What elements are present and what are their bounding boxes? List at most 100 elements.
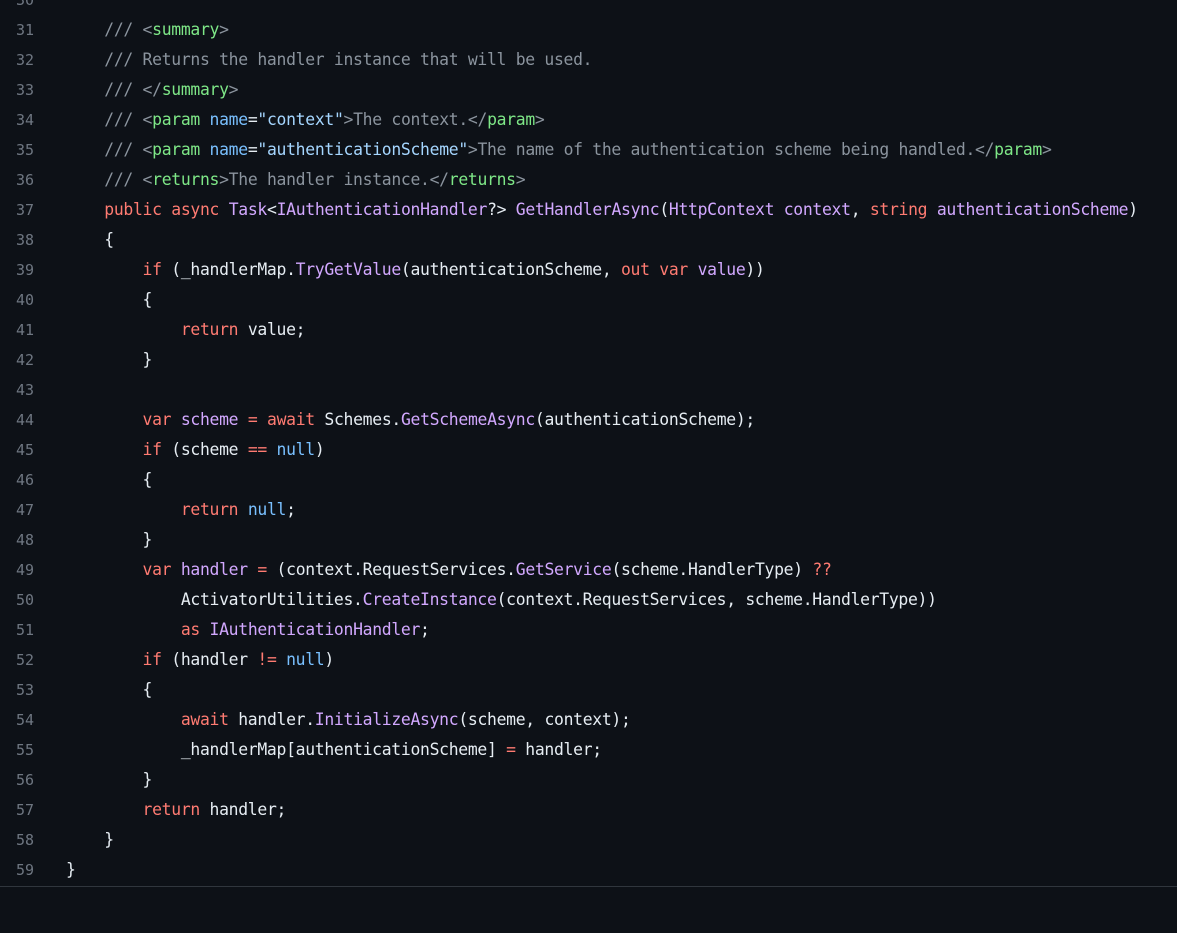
code-content: as IAuthenticationHandler; — [66, 615, 430, 645]
method-token: CreateInstance — [362, 590, 497, 609]
line-number[interactable]: 40 — [0, 285, 34, 315]
text-token: ) — [314, 440, 325, 459]
operator-token: = — [247, 410, 258, 429]
null-token: null — [286, 650, 325, 669]
text-token: } — [66, 350, 153, 369]
null-token: null — [247, 500, 287, 519]
code-content: return null; — [66, 495, 296, 525]
text-token: (scheme — [161, 440, 248, 459]
keyword-token: out — [620, 260, 650, 279]
code-viewer: 30 31 /// <summary> 32 /// Returns the han… — [0, 0, 1177, 887]
line-number[interactable]: 45 — [0, 435, 34, 465]
line-number[interactable]: 54 — [0, 705, 34, 735]
keyword-token: var — [142, 410, 172, 429]
line-number[interactable]: 52 — [0, 645, 34, 675]
line-number[interactable]: 59 — [0, 855, 34, 885]
line-number[interactable]: 32 — [0, 45, 34, 75]
text-token: } — [66, 770, 153, 789]
keyword-token: return — [142, 800, 201, 819]
xml-tag-token: param — [152, 110, 210, 129]
keyword-token: string — [869, 200, 928, 219]
xml-tag-token: param — [994, 140, 1042, 159]
text-token: < — [266, 200, 277, 219]
line-number[interactable]: 41 — [0, 315, 34, 345]
identifier-token: HttpContext — [668, 200, 775, 219]
line-number[interactable]: 39 — [0, 255, 34, 285]
line-number[interactable]: 47 — [0, 495, 34, 525]
text-token: = — [247, 110, 258, 129]
line-number[interactable]: 50 — [0, 585, 34, 615]
identifier-token: authenticationScheme — [936, 200, 1129, 219]
line-number[interactable]: 31 — [0, 15, 34, 45]
text-token: (context.RequestServices. — [266, 560, 517, 579]
line-number[interactable]: 51 — [0, 615, 34, 645]
text-token: ; — [286, 500, 296, 519]
line-number[interactable]: 44 — [0, 405, 34, 435]
method-token: TryGetValue — [295, 260, 402, 279]
line-number[interactable]: 57 — [0, 795, 34, 825]
code-line: 58 } — [0, 825, 1177, 855]
code-content: if (scheme == null) — [66, 435, 325, 465]
string-token: "context" — [257, 110, 344, 129]
line-number[interactable]: 46 — [0, 465, 34, 495]
code-content: } — [66, 825, 114, 855]
method-token: GetHandlerAsync — [515, 200, 660, 219]
line-number[interactable]: 36 — [0, 165, 34, 195]
operator-token: == — [247, 440, 267, 459]
line-number[interactable]: 53 — [0, 675, 34, 705]
code-content: } — [66, 525, 153, 555]
code-line: 59} — [0, 855, 1177, 885]
comment-token: > — [1042, 140, 1052, 159]
line-number[interactable]: 48 — [0, 525, 34, 555]
line-number[interactable]: 37 — [0, 195, 34, 225]
keyword-token: await — [180, 710, 229, 729]
keyword-token: if — [142, 650, 162, 669]
comment-token: /// Returns the handler instance that wi… — [66, 50, 593, 69]
line-number[interactable]: 42 — [0, 345, 34, 375]
identifier-token: IAuthenticationHandler — [209, 620, 421, 639]
line-number[interactable]: 49 — [0, 555, 34, 585]
code-content: } — [66, 765, 153, 795]
line-number[interactable]: 35 — [0, 135, 34, 165]
code-line: 35 /// <param name="authenticationScheme… — [0, 135, 1177, 165]
comment-token: /// < — [66, 20, 153, 39]
line-number[interactable]: 43 — [0, 375, 34, 405]
line-number[interactable]: 33 — [0, 75, 34, 105]
code-line: 32 /// Returns the handler instance that… — [0, 45, 1177, 75]
identifier-token: IAuthenticationHandler — [276, 200, 488, 219]
method-token: InitializeAsync — [314, 710, 459, 729]
line-number[interactable]: 30 — [0, 0, 34, 15]
xml-tag-token: summary — [161, 80, 229, 99]
code-line: 45 if (scheme == null) — [0, 435, 1177, 465]
code-content: /// <returns>The handler instance.</retu… — [66, 165, 525, 195]
code-content: { — [66, 225, 114, 255]
comment-token: >The context.</ — [343, 110, 488, 129]
text-token: handler; — [199, 800, 287, 819]
code-line: 31 /// <summary> — [0, 15, 1177, 45]
line-number[interactable]: 34 — [0, 105, 34, 135]
line-number[interactable]: 56 — [0, 765, 34, 795]
code-lines: 30 31 /// <summary> 32 /// Returns the han… — [0, 0, 1177, 885]
line-number[interactable]: 58 — [0, 825, 34, 855]
line-number[interactable]: 55 — [0, 735, 34, 765]
text-token: (scheme.HandlerType) — [611, 560, 813, 579]
code-content: { — [66, 465, 153, 495]
keyword-token: var — [659, 260, 688, 279]
code-line: 44 var scheme = await Schemes.GetSchemeA… — [0, 405, 1177, 435]
line-number[interactable]: 38 — [0, 225, 34, 255]
text-token: { — [66, 230, 114, 249]
text-token: ?> — [487, 200, 516, 219]
text-token: (context.RequestServices, scheme.Handler… — [496, 590, 937, 609]
